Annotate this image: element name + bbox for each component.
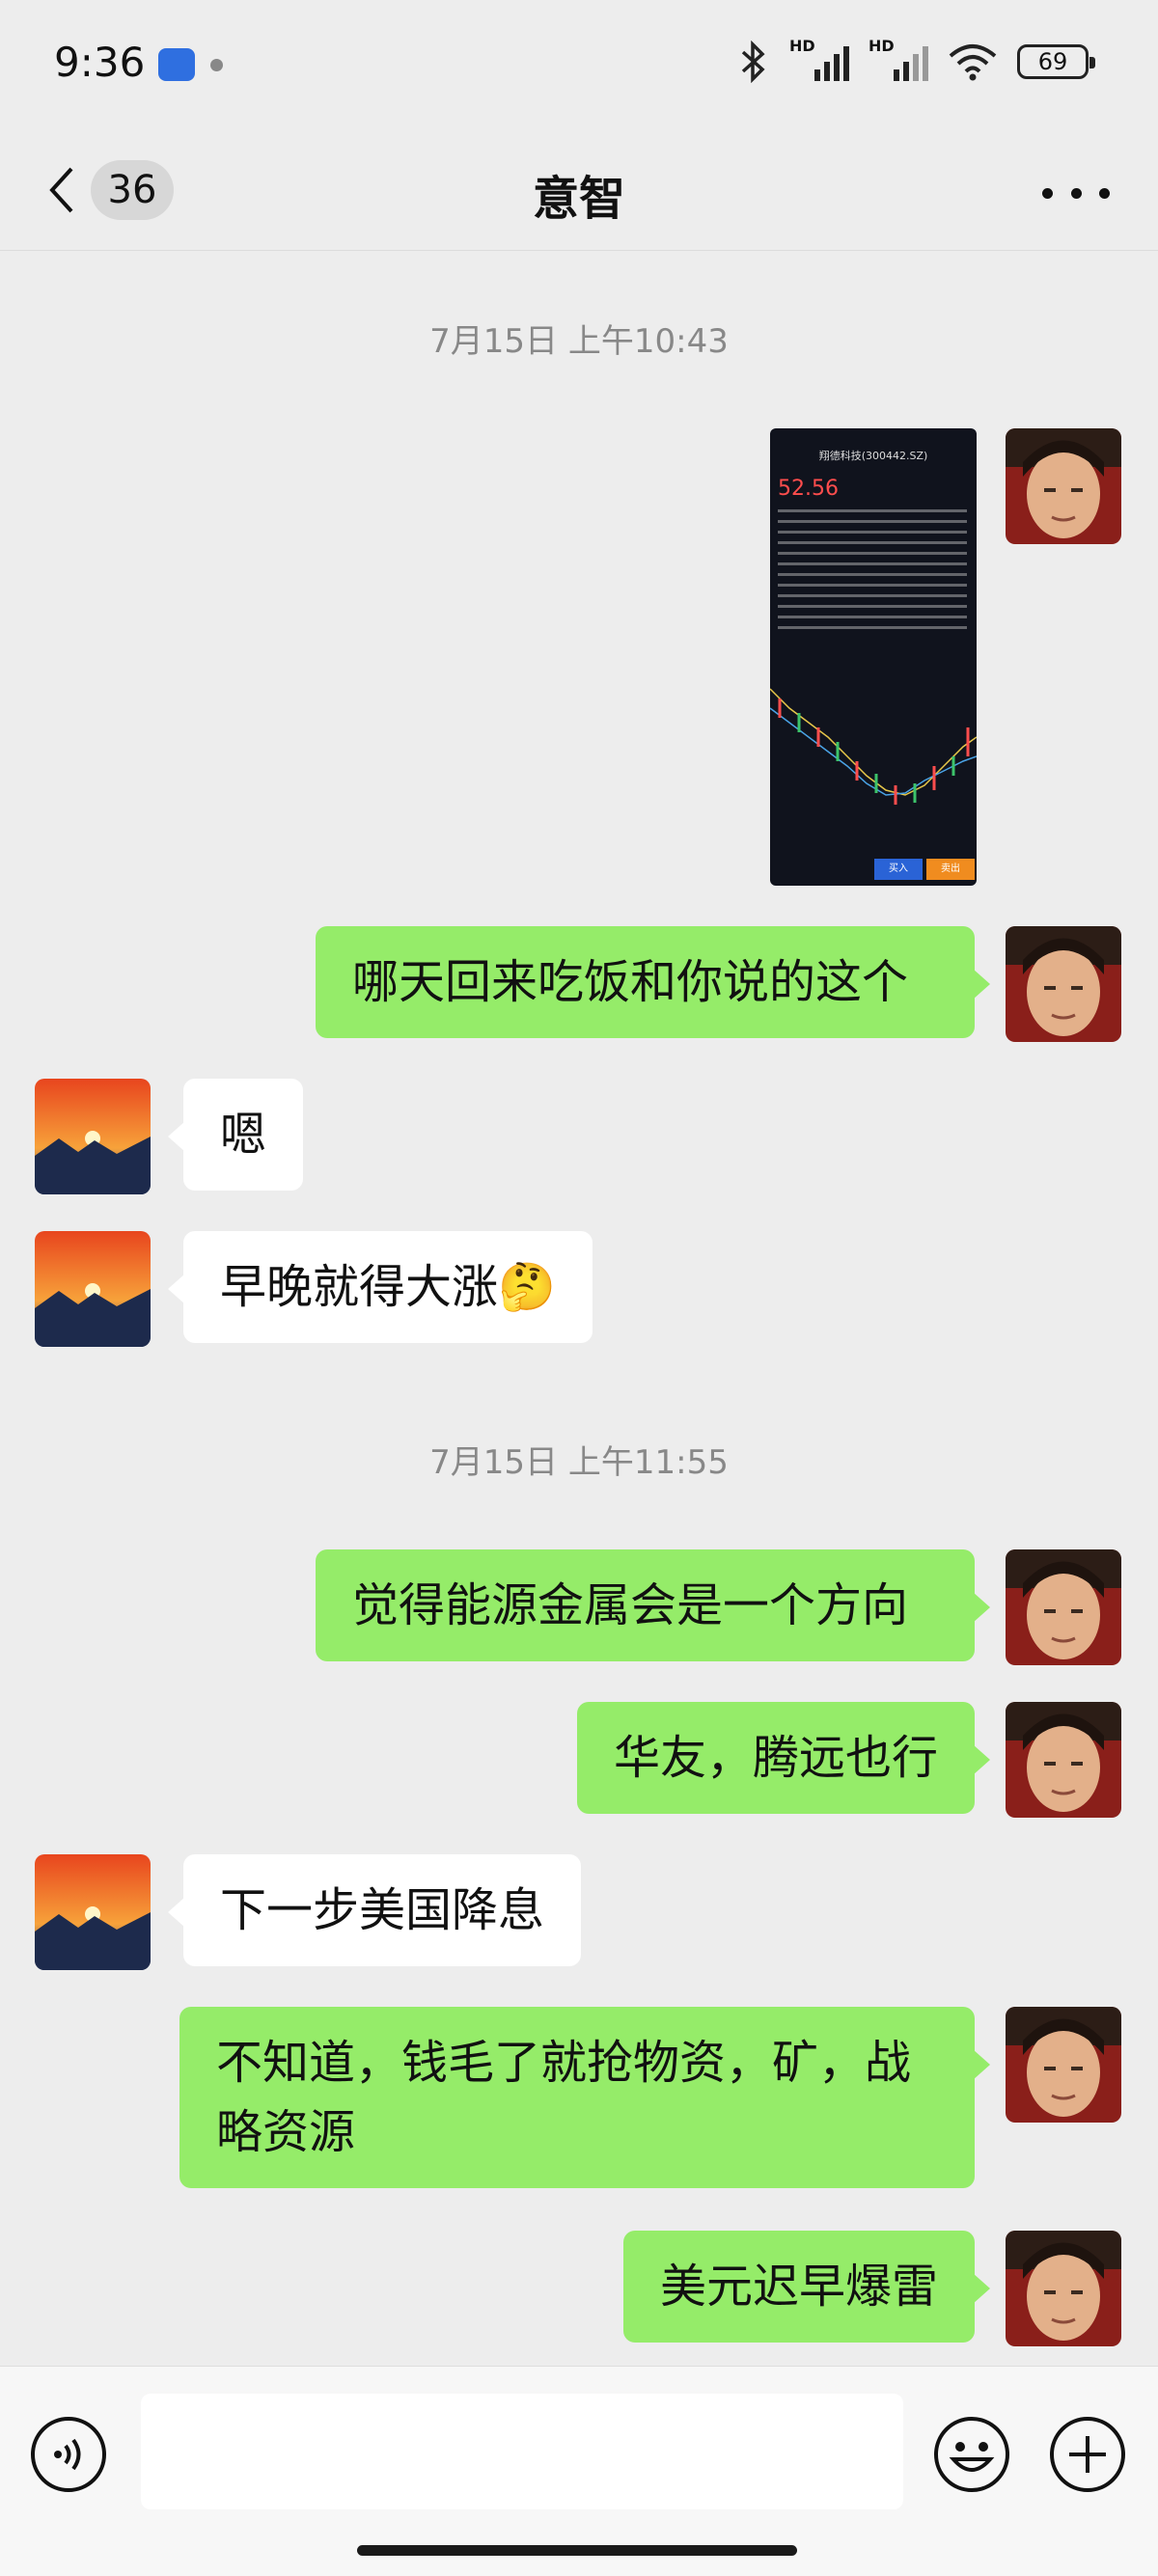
message-bubble-outgoing[interactable]: 美元迟早爆雷	[622, 2231, 991, 2343]
timestamp: 7月15日 上午11:55	[429, 1443, 729, 1482]
more-icon-dot	[1099, 187, 1110, 199]
avatar-self[interactable]	[1006, 926, 1121, 1042]
battery-indicator: 69	[1017, 44, 1095, 79]
avatar-contact-image	[35, 1231, 151, 1347]
avatar-self[interactable]	[1006, 2231, 1121, 2346]
notification-app-icon	[158, 48, 195, 81]
avatar-self-image	[1006, 1549, 1121, 1665]
thumbnail-buy-label: 买入	[874, 859, 923, 880]
home-indicator[interactable]	[357, 2545, 797, 2556]
thumbnail-stock-title: 翔德科技(300442.SZ)	[818, 450, 928, 462]
timestamp: 7月15日 上午10:43	[429, 322, 729, 361]
more-icon-dot	[1070, 187, 1082, 199]
signal-1-label: HD	[789, 37, 815, 55]
unread-count-badge: 36	[91, 160, 174, 220]
message-bubble-outgoing[interactable]: 不知道，钱毛了就抢物资，矿，战略资源	[179, 2007, 990, 2188]
avatar-self[interactable]	[1006, 1702, 1121, 1818]
signal-1-icon: HD	[789, 37, 849, 81]
signal-2-icon: HD	[868, 37, 928, 81]
avatar-contact[interactable]	[35, 1231, 151, 1347]
avatar-contact-image	[35, 1854, 151, 1970]
avatar-self-image	[1006, 926, 1121, 1042]
avatar-self-image	[1006, 2007, 1121, 2123]
chat-header: 36 意智	[0, 131, 1158, 251]
signal-2-label: HD	[868, 37, 895, 55]
battery-level: 69	[1037, 48, 1068, 75]
message-bubble-outgoing[interactable]: 觉得能源金属会是一个方向	[316, 1549, 990, 1661]
message-bubble-incoming[interactable]: 早晚就得大涨🤔	[168, 1231, 593, 1343]
message-bubble-outgoing[interactable]: 华友，腾远也行	[576, 1702, 991, 1814]
thumbnail-kline-chart	[770, 688, 977, 805]
status-bar: 9:36 HD HD 69	[0, 0, 1158, 131]
more-button[interactable]	[1042, 174, 1110, 212]
thumbnail-sell-label: 卖出	[926, 859, 975, 880]
back-chevron-icon	[49, 167, 73, 213]
voice-icon[interactable]	[29, 2415, 108, 2494]
avatar-self-image	[1006, 428, 1121, 544]
image-message[interactable]: 翔德科技(300442.SZ) 52.56 买入 卖出	[770, 428, 977, 886]
message-bubble-outgoing[interactable]: 哪天回来吃饭和你说的这个	[316, 926, 990, 1038]
avatar-self[interactable]	[1006, 1549, 1121, 1665]
message-input[interactable]	[141, 2394, 903, 2509]
avatar-self-image	[1006, 1702, 1121, 1818]
avatar-self[interactable]	[1006, 428, 1121, 544]
emoji-icon[interactable]	[932, 2415, 1011, 2494]
avatar-self-image	[1006, 2231, 1121, 2346]
message-bubble-incoming[interactable]: 下一步美国降息	[167, 1854, 582, 1966]
message-bubble-incoming[interactable]: 嗯	[167, 1079, 304, 1191]
bluetooth-icon	[741, 41, 765, 83]
avatar-contact-image	[35, 1079, 151, 1194]
avatar-contact[interactable]	[35, 1079, 151, 1194]
avatar-contact[interactable]	[35, 1854, 151, 1970]
status-time: 9:36	[54, 39, 146, 86]
wifi-icon	[949, 44, 997, 81]
notification-dot-icon	[210, 59, 223, 71]
status-indicators: HD HD 69	[737, 37, 1095, 83]
more-icon	[1042, 187, 1053, 199]
thumbnail-price: 52.56	[778, 477, 839, 501]
plus-icon[interactable]	[1048, 2415, 1127, 2494]
back-button[interactable]: 36	[42, 156, 187, 224]
avatar-self[interactable]	[1006, 2007, 1121, 2123]
thumbnail-quote-rows	[778, 509, 967, 633]
